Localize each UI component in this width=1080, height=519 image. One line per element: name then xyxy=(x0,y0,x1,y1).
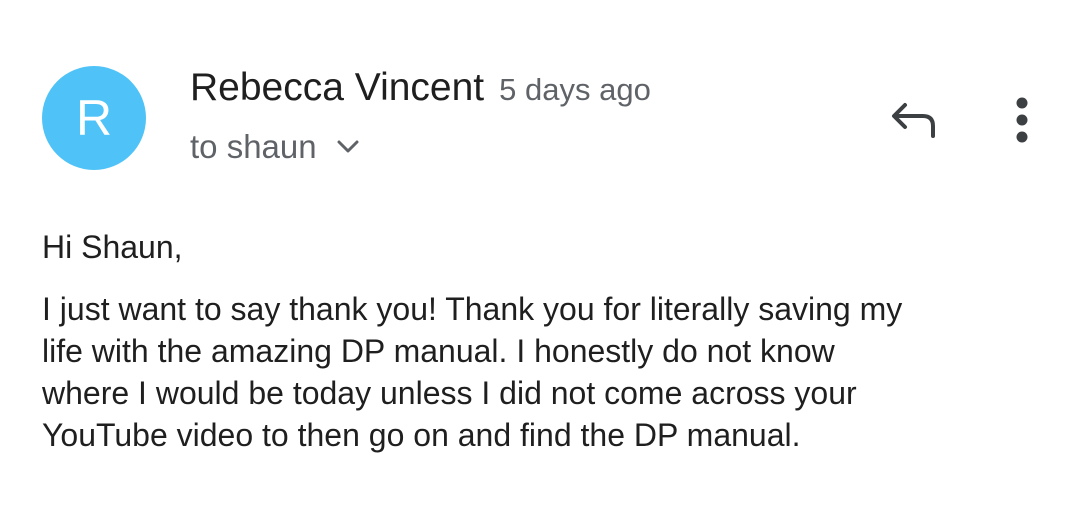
more-vert-icon xyxy=(1016,97,1028,143)
avatar-initial: R xyxy=(75,90,113,146)
chevron-down-icon xyxy=(337,140,359,153)
sender-row: Rebecca Vincent 5 days ago xyxy=(190,66,651,110)
message-body: Hi Shaun, I just want to say thank you! … xyxy=(42,226,1042,456)
avatar[interactable]: R xyxy=(42,66,146,170)
recipient-details-toggle[interactable]: to shaun xyxy=(190,128,359,166)
reply-icon xyxy=(892,103,935,138)
timestamp: 5 days ago xyxy=(499,72,651,107)
more-options-button[interactable] xyxy=(1000,90,1044,150)
greeting: Hi Shaun, xyxy=(42,229,183,265)
message-text: I just want to say thank you! Thank you … xyxy=(42,291,903,453)
recipient-label: to shaun xyxy=(190,128,317,165)
sender-name[interactable]: Rebecca Vincent xyxy=(190,66,484,110)
reply-button[interactable] xyxy=(880,92,944,148)
